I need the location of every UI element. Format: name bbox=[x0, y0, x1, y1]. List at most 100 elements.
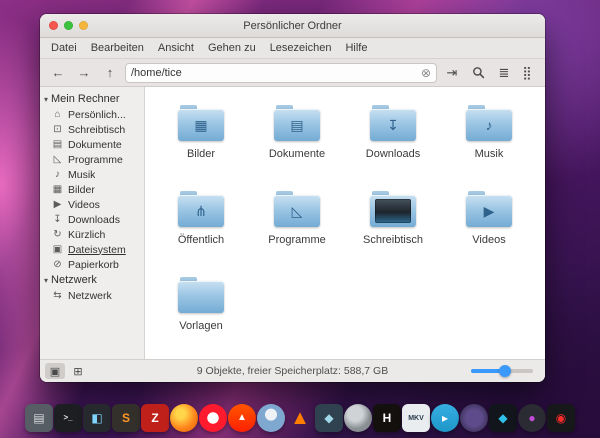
dock-vlc[interactable]: ▲ bbox=[286, 404, 314, 432]
dock-filezilla[interactable]: Z bbox=[141, 404, 169, 432]
minimize-window-button[interactable] bbox=[64, 21, 73, 30]
split-view-button[interactable]: ⊞ bbox=[68, 363, 88, 379]
network-icon: ⇆ bbox=[53, 290, 62, 301]
video-emblem-icon: ▶ bbox=[483, 202, 495, 219]
path-input[interactable]: /home/tice ⊗ bbox=[125, 62, 437, 83]
back-button[interactable]: ← bbox=[47, 63, 69, 82]
clear-path-icon[interactable]: ⊗ bbox=[421, 66, 431, 80]
sidebar-item-downloads[interactable]: ↧ Downloads bbox=[40, 212, 144, 227]
zoom-slider[interactable] bbox=[471, 365, 533, 377]
folder-programme[interactable]: ◺ Programme bbox=[249, 183, 345, 269]
menu-hilfe[interactable]: Hilfe bbox=[338, 40, 374, 56]
sidebar-item-programme[interactable]: ◺ Programme bbox=[40, 152, 144, 167]
dock-handbrake[interactable]: H bbox=[373, 404, 401, 432]
sidebar-item-musik[interactable]: ♪ Musik bbox=[40, 167, 144, 182]
menubar: Datei Bearbeiten Ansicht Gehen zu Lesezeiche… bbox=[40, 38, 545, 59]
handbrake-icon: H bbox=[382, 411, 392, 425]
dock-darktable[interactable]: ◆ bbox=[315, 404, 343, 432]
sidebar-item-label: Dokumente bbox=[68, 138, 122, 151]
dock-sublime-text[interactable]: S bbox=[112, 404, 140, 432]
folder-dokumente[interactable]: ▤ Dokumente bbox=[249, 97, 345, 183]
sidebar-section-netzwerk[interactable]: ▾ Netzwerk bbox=[40, 272, 144, 288]
dock-telegram[interactable]: ▸ bbox=[431, 404, 459, 432]
folder-vorlagen[interactable]: Vorlagen bbox=[153, 269, 249, 355]
zoom-slider-thumb[interactable] bbox=[499, 365, 512, 377]
dock-file-manager[interactable]: ▤ bbox=[25, 404, 53, 432]
path-text: /home/tice bbox=[131, 66, 182, 79]
dock-youtube[interactable]: ◉ bbox=[547, 404, 575, 432]
dock-firefox[interactable] bbox=[170, 404, 198, 432]
tools-icon: ◺ bbox=[53, 154, 62, 165]
icon-view-icon: ⣿ bbox=[522, 64, 532, 80]
folder-bilder[interactable]: ▦ Bilder bbox=[153, 97, 249, 183]
telegram-icon: ▸ bbox=[441, 411, 449, 425]
dock-mkvtoolnix[interactable]: MKV bbox=[402, 404, 430, 432]
sidebar-item-dateisystem[interactable]: ▣ Dateisystem bbox=[40, 242, 144, 257]
dock-opera[interactable] bbox=[199, 404, 227, 432]
search-button[interactable] bbox=[467, 63, 489, 82]
up-button[interactable]: ↑ bbox=[99, 63, 121, 82]
view-switcher: ≣ ⣿ bbox=[493, 63, 538, 82]
darktable-icon: ◆ bbox=[324, 411, 334, 425]
dock-audacity[interactable]: ● bbox=[518, 404, 546, 432]
folder-schreibtisch[interactable]: Schreibtisch bbox=[345, 183, 441, 269]
close-window-button[interactable] bbox=[49, 21, 58, 30]
sidebar-item-label: Schreibtisch bbox=[68, 123, 126, 136]
music-emblem-icon: ♪ bbox=[485, 117, 493, 133]
dock-terminal[interactable]: >_ bbox=[54, 404, 82, 432]
list-view-button[interactable]: ≣ bbox=[493, 63, 515, 82]
new-tab-button[interactable]: ⇥ bbox=[441, 63, 463, 82]
dock-gimp[interactable] bbox=[344, 404, 372, 432]
folder-view[interactable]: ▦ Bilder ▤ Dokumente ↧ Downloads ♪ Musik ⋔ Öffent… bbox=[145, 87, 545, 359]
dock-kodi[interactable]: ◆ bbox=[489, 404, 517, 432]
sublime-text-icon: S bbox=[121, 411, 130, 425]
dock-brave[interactable]: ▲ bbox=[228, 404, 256, 432]
mkvtoolnix-icon: MKV bbox=[408, 414, 424, 422]
directory-tree-button[interactable]: ▣ bbox=[45, 363, 65, 379]
window-titlebar[interactable]: Persönlicher Ordner bbox=[40, 14, 545, 38]
sidebar-section-mein-rechner[interactable]: ▾ Mein Rechner bbox=[40, 91, 144, 107]
folder-body bbox=[178, 281, 224, 313]
sidebar-item-papierkorb[interactable]: ⊘ Papierkorb bbox=[40, 257, 144, 272]
dock-text-editor[interactable]: ◧ bbox=[83, 404, 111, 432]
sidebar-item-netzwerk[interactable]: ⇆ Netzwerk bbox=[40, 288, 144, 303]
sidebar-item-schreibtisch[interactable]: ⊡ Schreibtisch bbox=[40, 122, 144, 137]
sidebar-item-pers-nlich[interactable]: ⌂ Persönlich... bbox=[40, 107, 144, 122]
desktop-screen-emblem-icon bbox=[375, 199, 411, 223]
maximize-window-button[interactable] bbox=[79, 21, 88, 30]
sidebar-item-label: Bilder bbox=[68, 183, 95, 196]
folder-label: Dokumente bbox=[268, 148, 326, 160]
folder-downloads[interactable]: ↧ Downloads bbox=[345, 97, 441, 183]
sidebar-item-videos[interactable]: ▶ Videos bbox=[40, 197, 144, 212]
sidebar-item-label: Programme bbox=[68, 153, 123, 166]
menu-lesezeichen[interactable]: Lesezeichen bbox=[263, 40, 339, 56]
menu-ansicht[interactable]: Ansicht bbox=[151, 40, 201, 56]
folder-musik[interactable]: ♪ Musik bbox=[441, 97, 537, 183]
folder-videos[interactable]: ▶ Videos bbox=[441, 183, 537, 269]
statusbar-buttons: ▣ ⊞ bbox=[45, 363, 88, 379]
folder-label: Schreibtisch bbox=[363, 234, 423, 246]
sidebar-item-label: Papierkorb bbox=[68, 258, 119, 271]
disclosure-triangle-icon: ▾ bbox=[44, 94, 49, 104]
forward-button[interactable]: → bbox=[73, 63, 95, 82]
desktop-wallpaper: Persönlicher Ordner Datei Bearbeiten Ansic… bbox=[0, 0, 600, 438]
dock-chromium[interactable] bbox=[257, 404, 285, 432]
music-icon: ♪ bbox=[55, 169, 60, 180]
youtube-icon: ◉ bbox=[555, 411, 567, 425]
folder-ffentlich[interactable]: ⋔ Öffentlich bbox=[153, 183, 249, 269]
sidebar-item-k-rzlich[interactable]: ↻ Kürzlich bbox=[40, 227, 144, 242]
list-view-icon: ≣ bbox=[498, 64, 510, 80]
directory-tree-icon: ▣ bbox=[49, 365, 61, 378]
menu-bearbeiten[interactable]: Bearbeiten bbox=[84, 40, 151, 56]
dock-tor-browser[interactable] bbox=[460, 404, 488, 432]
download-emblem-icon: ↧ bbox=[387, 116, 399, 133]
folder-icon: ↧ bbox=[370, 105, 416, 141]
sidebar-item-dokumente[interactable]: ▤ Dokumente bbox=[40, 137, 144, 152]
search-icon bbox=[472, 67, 484, 79]
sidebar-item-label: Musik bbox=[68, 168, 96, 181]
icon-view-button[interactable]: ⣿ bbox=[516, 63, 538, 82]
menu-gehen-zu[interactable]: Gehen zu bbox=[201, 40, 263, 56]
sidebar-item-bilder[interactable]: ▦ Bilder bbox=[40, 182, 144, 197]
menu-datei[interactable]: Datei bbox=[44, 40, 84, 56]
folder-icon: ⋔ bbox=[178, 191, 224, 227]
